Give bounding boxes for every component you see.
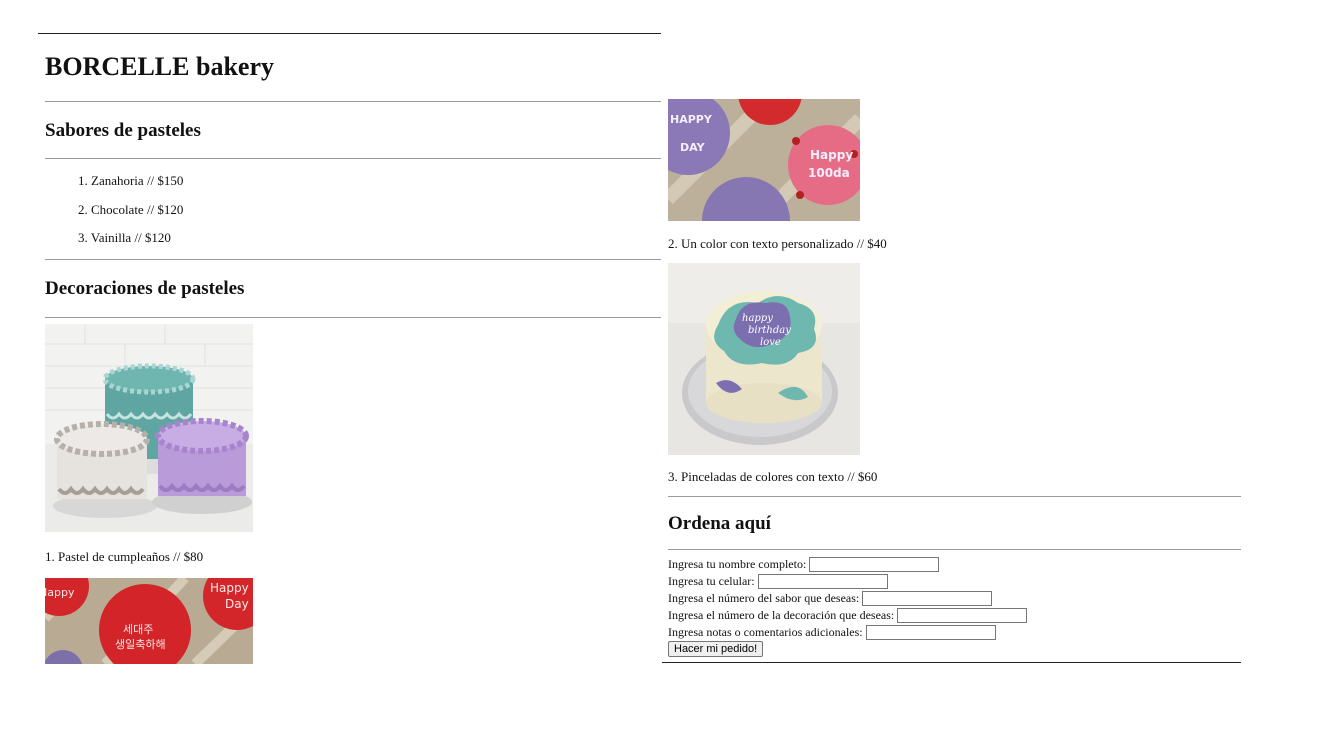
title-divider xyxy=(45,101,661,102)
decoration-number-input[interactable] xyxy=(897,608,1028,623)
flavor-number-input[interactable] xyxy=(862,591,993,606)
cake-script: Happy xyxy=(810,148,853,162)
flavor-number: 1. xyxy=(78,173,88,188)
flavor-label: Chocolate // $120 xyxy=(91,202,184,217)
form-row-phone: Ingresa tu celular: xyxy=(668,573,888,590)
notes-label: Ingresa notas o comentarios adicionales: xyxy=(668,625,863,639)
decorations-heading: Decoraciones de pasteles xyxy=(45,278,245,299)
top-rule xyxy=(38,33,661,34)
cake-script: 생일축하해 xyxy=(115,637,166,651)
decoration-caption: 3. Pinceladas de colores con texto // $6… xyxy=(668,469,878,484)
name-label: Ingresa tu nombre completo: xyxy=(668,557,807,571)
flavor-number: 3. xyxy=(78,230,88,245)
bottom-rule xyxy=(662,662,1241,663)
phone-input[interactable] xyxy=(757,574,888,589)
decoration-number-label: Ingresa el número de la decoración que d… xyxy=(668,608,895,622)
order-top-divider xyxy=(668,496,1241,497)
cake-script: Day xyxy=(225,597,249,611)
flavor-number: 2. xyxy=(78,202,88,217)
decoration-image-colored-text-cakes: HAPPY DAY Happy 100da xyxy=(668,99,860,221)
cake-script: Happy xyxy=(45,586,75,599)
page-title: BORCELLE bakery xyxy=(45,52,274,81)
decoration-caption: 2. Un color con texto personalizado // $… xyxy=(668,236,887,251)
flavors-end-divider xyxy=(45,259,661,260)
submit-order-button[interactable]: Hacer mi pedido! xyxy=(668,641,764,657)
flavor-label: Vainilla // $120 xyxy=(90,230,171,245)
decoration-image-brushstroke-cake: happy birthday love xyxy=(668,263,860,455)
cake-script: love xyxy=(760,337,781,348)
order-divider xyxy=(668,549,1241,550)
flavor-item: 1. Zanahoria // $150 xyxy=(78,173,183,189)
phone-label: Ingresa tu celular: xyxy=(668,574,755,588)
cake-script: 100da xyxy=(808,166,850,180)
form-row-decoration: Ingresa el número de la decoración que d… xyxy=(668,607,1028,624)
decoration-image-red-lunchbox-cakes: Happy 세대주 생일축하해 Happy Day xyxy=(45,578,253,664)
cake-script: happy xyxy=(742,313,773,324)
cake-script: birthday xyxy=(748,325,791,336)
flavor-label: Zanahoria // $150 xyxy=(91,173,184,188)
flavor-number-label: Ingresa el número del sabor que deseas: xyxy=(668,591,860,605)
cake-script: DAY xyxy=(680,141,706,154)
form-row-flavor: Ingresa el número del sabor que deseas: xyxy=(668,590,993,607)
flavor-item: 3. Vainilla // $120 xyxy=(78,230,171,246)
cake-script: 세대주 xyxy=(123,623,153,636)
form-row-notes: Ingresa notas o comentarios adicionales: xyxy=(668,624,996,641)
flavors-heading: Sabores de pasteles xyxy=(45,120,201,141)
cake-script: Happy xyxy=(210,581,249,595)
decoration-image-birthday-cakes xyxy=(45,324,253,532)
order-heading: Ordena aquí xyxy=(668,513,771,534)
decoration-caption: 1. Pastel de cumpleaños // $80 xyxy=(45,549,204,564)
flavor-item: 2. Chocolate // $120 xyxy=(78,202,183,218)
cake-script: HAPPY xyxy=(670,113,713,126)
flavors-divider xyxy=(45,158,661,159)
notes-input[interactable] xyxy=(865,625,996,640)
name-input[interactable] xyxy=(809,557,940,572)
decorations-divider xyxy=(45,317,661,318)
form-row-name: Ingresa tu nombre completo: xyxy=(668,556,940,573)
